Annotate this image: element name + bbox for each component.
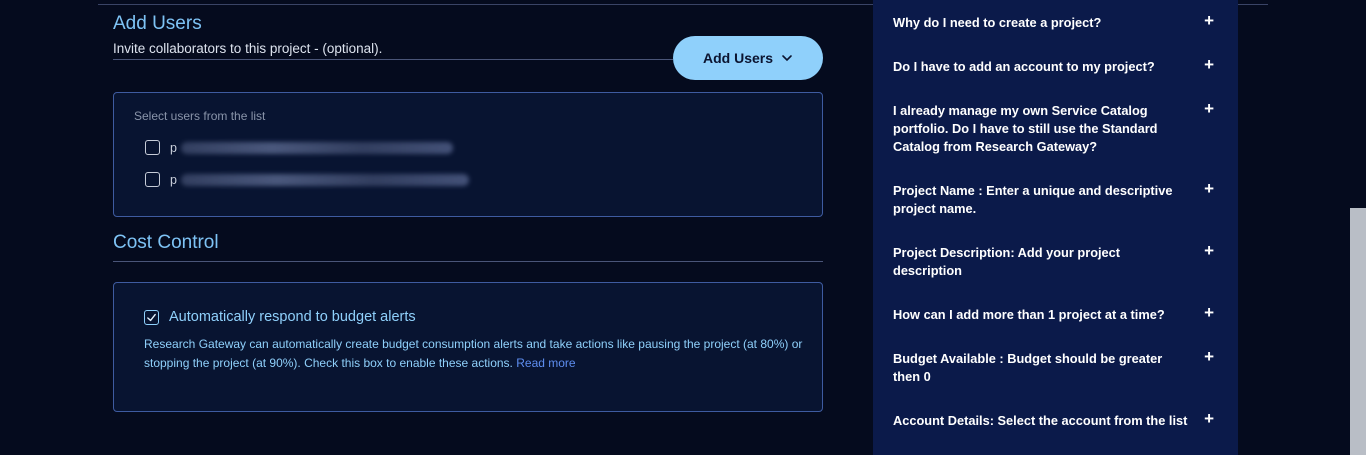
- chevron-down-icon: [782, 55, 792, 62]
- budget-alert-label: Automatically respond to budget alerts: [169, 309, 416, 325]
- plus-icon[interactable]: +: [1204, 347, 1214, 367]
- add-users-button[interactable]: Add Users: [673, 36, 823, 80]
- user-checkbox[interactable]: [145, 140, 160, 155]
- budget-alert-option[interactable]: Automatically respond to budget alerts: [144, 309, 416, 325]
- faq-item[interactable]: I already manage my own Service Catalog …: [893, 99, 1223, 156]
- user-list-label: Select users from the list: [134, 109, 266, 123]
- faq-question: Do I have to add an account to my projec…: [893, 59, 1155, 74]
- user-checkbox[interactable]: [145, 172, 160, 187]
- plus-icon[interactable]: +: [1204, 99, 1214, 119]
- redacted-user-info: [180, 173, 469, 186]
- faq-question: Account Details: Select the account from…: [893, 413, 1188, 428]
- plus-icon[interactable]: +: [1204, 241, 1214, 261]
- cost-control-description: Research Gateway can automatically creat…: [144, 335, 804, 373]
- faq-question: Why do I need to create a project?: [893, 15, 1102, 30]
- user-name-prefix: p: [170, 140, 177, 155]
- checkmark-icon: [147, 313, 156, 321]
- read-more-link[interactable]: Read more: [516, 356, 575, 370]
- add-users-title: Add Users: [113, 13, 202, 34]
- add-users-divider: [113, 59, 673, 60]
- cost-control-description-text: Research Gateway can automatically creat…: [144, 337, 803, 370]
- plus-icon[interactable]: +: [1204, 303, 1214, 323]
- faq-item[interactable]: Project Name : Enter a unique and descri…: [893, 179, 1223, 218]
- faq-question: Budget Available : Budget should be grea…: [893, 351, 1163, 384]
- faq-panel: Why do I need to create a project? + Do …: [873, 0, 1238, 455]
- faq-item[interactable]: Why do I need to create a project? +: [893, 11, 1223, 32]
- plus-icon[interactable]: +: [1204, 179, 1214, 199]
- plus-icon[interactable]: +: [1204, 55, 1214, 75]
- cost-control-panel: Automatically respond to budget alerts R…: [113, 282, 823, 412]
- add-users-button-label: Add Users: [702, 50, 774, 66]
- faq-item[interactable]: Project Description: Add your project de…: [893, 241, 1223, 280]
- faq-item[interactable]: Account Details: Select the account from…: [893, 409, 1223, 430]
- budget-alert-checkbox[interactable]: [144, 309, 159, 325]
- faq-question: How can I add more than 1 project at a t…: [893, 307, 1165, 322]
- scrollbar-thumb[interactable]: [1350, 208, 1366, 455]
- redacted-user-info: [180, 141, 453, 154]
- user-list-item[interactable]: p: [145, 140, 453, 155]
- plus-icon[interactable]: +: [1204, 11, 1214, 31]
- user-name-prefix: p: [170, 172, 177, 187]
- faq-question: I already manage my own Service Catalog …: [893, 103, 1158, 154]
- faq-item[interactable]: Budget Available : Budget should be grea…: [893, 347, 1223, 386]
- faq-question: Project Name : Enter a unique and descri…: [893, 183, 1173, 216]
- plus-icon[interactable]: +: [1204, 409, 1214, 429]
- user-list-panel: Select users from the list p p: [113, 92, 823, 217]
- faq-question: Project Description: Add your project de…: [893, 245, 1121, 278]
- faq-item[interactable]: How can I add more than 1 project at a t…: [893, 303, 1223, 324]
- add-users-subtitle: Invite collaborators to this project - (…: [113, 41, 383, 56]
- user-list-item[interactable]: p: [145, 172, 469, 187]
- cost-control-divider: [113, 261, 823, 262]
- faq-item[interactable]: Do I have to add an account to my projec…: [893, 55, 1223, 76]
- cost-control-title: Cost Control: [113, 232, 219, 253]
